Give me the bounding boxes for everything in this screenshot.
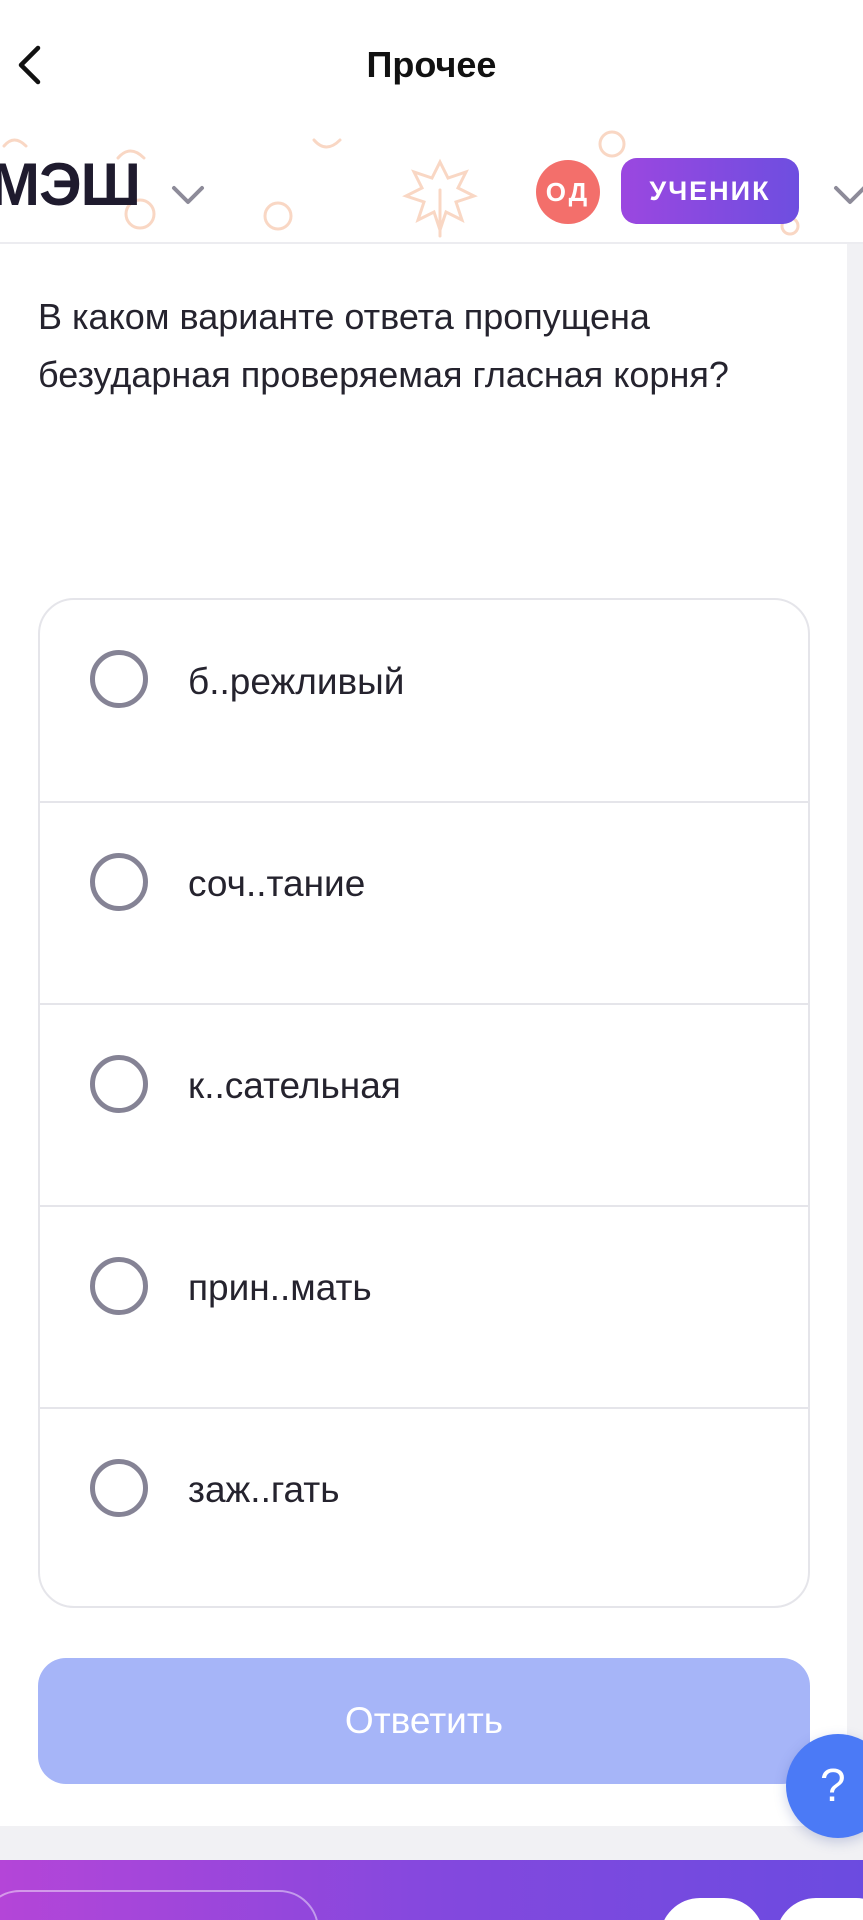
option-label: к..сательная	[188, 1065, 401, 1106]
radio-button[interactable]	[90, 1055, 148, 1113]
answer-option[interactable]: соч..тание	[40, 801, 808, 1003]
mesh-logo: МЭШ	[0, 151, 141, 218]
answer-options: б..режливый соч..тание к..сательная прин…	[38, 598, 810, 1608]
bottom-bar	[0, 1860, 863, 1920]
answer-option[interactable]: б..режливый	[40, 600, 808, 801]
radio-button[interactable]	[90, 1459, 148, 1517]
question-mark-icon: ?	[820, 1759, 846, 1811]
answer-option[interactable]: прин..мать	[40, 1205, 808, 1407]
answer-option[interactable]: заж..гать	[40, 1407, 808, 1606]
option-label: заж..гать	[188, 1469, 340, 1510]
submit-answer-button[interactable]: Ответить	[38, 1658, 810, 1784]
role-badge[interactable]: УЧЕНИК	[621, 158, 799, 224]
top-navigation-bar: Прочее	[0, 0, 863, 130]
bottom-button[interactable]	[660, 1898, 764, 1920]
question-text: В каком варианте ответа пропущена безуда…	[38, 296, 729, 395]
bottom-outline-button[interactable]	[0, 1890, 319, 1920]
radio-button[interactable]	[90, 853, 148, 911]
page-title: Прочее	[366, 44, 497, 85]
avatar[interactable]: ОД	[536, 160, 600, 224]
option-label: б..режливый	[188, 661, 405, 702]
option-label: соч..тание	[188, 863, 366, 904]
bottom-button[interactable]	[776, 1898, 863, 1920]
question-card: В каком варианте ответа пропущена безуда…	[0, 244, 847, 1826]
radio-button[interactable]	[90, 1257, 148, 1315]
answer-option[interactable]: к..сательная	[40, 1003, 808, 1205]
option-label: прин..мать	[188, 1267, 372, 1308]
brand-bar: МЭШ ОД УЧЕНИК	[0, 130, 863, 244]
chevron-down-icon[interactable]	[168, 180, 208, 210]
chevron-down-icon[interactable]	[830, 180, 863, 210]
radio-button[interactable]	[90, 650, 148, 708]
